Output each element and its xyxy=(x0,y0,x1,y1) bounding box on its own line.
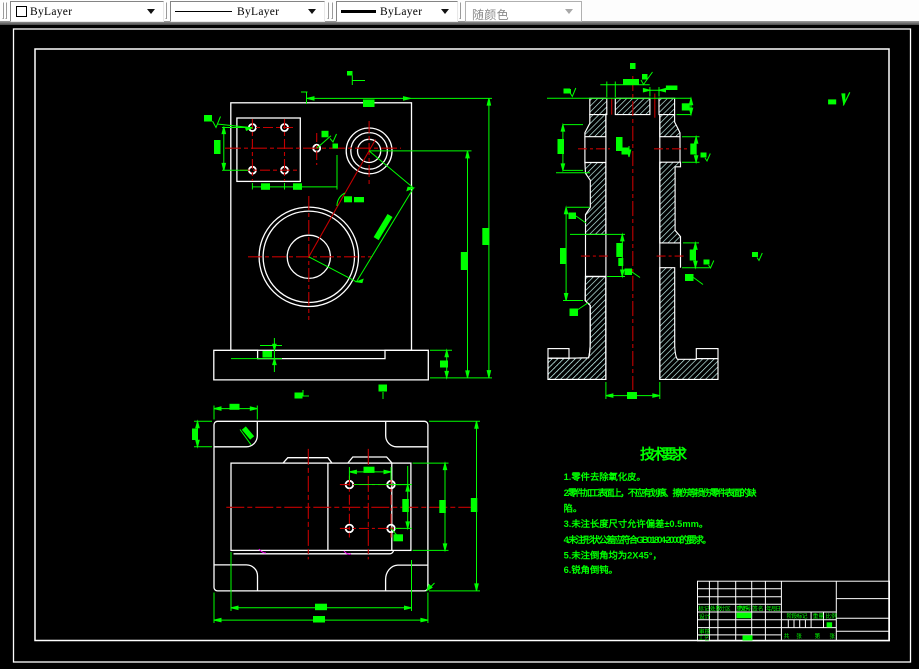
svg-text:5.未注倒角均为2X45°，: 5.未注倒角均为2X45°， xyxy=(564,550,662,561)
svg-text:标记: 标记 xyxy=(698,604,710,612)
svg-text:6.锐角倒钝。: 6.锐角倒钝。 xyxy=(564,564,618,575)
svg-text:更改文件号: 更改文件号 xyxy=(736,604,751,612)
svg-text:共: 共 xyxy=(784,632,790,640)
svg-text:审核: 审核 xyxy=(699,628,711,636)
svg-text:1.零件去除氧化皮。: 1.零件去除氧化皮。 xyxy=(564,471,646,482)
svg-text:张: 张 xyxy=(829,632,835,640)
svg-text:年、月、日: 年、月、日 xyxy=(766,604,781,612)
svg-text:设计: 设计 xyxy=(699,612,711,620)
svg-text:比例: 比例 xyxy=(826,612,838,620)
svg-text:4.未注形状公差应符合GB01804-2000的要求。: 4.未注形状公差应符合GB01804-2000的要求。 xyxy=(564,534,712,545)
svg-text:重量: 重量 xyxy=(813,612,825,620)
svg-text:3.未注长度尺寸允许偏差±0.5mm。: 3.未注长度尺寸允许偏差±0.5mm。 xyxy=(564,518,709,529)
svg-text:陷。: 陷。 xyxy=(564,503,583,514)
svg-text:张: 张 xyxy=(796,632,802,640)
svg-text:分区: 分区 xyxy=(720,604,732,612)
svg-text:阶段标记: 阶段标记 xyxy=(787,612,808,620)
svg-text:签名: 签名 xyxy=(752,604,763,612)
svg-text:技术要求: 技术要求 xyxy=(640,446,688,464)
svg-text:第: 第 xyxy=(815,632,821,640)
svg-text:2.零件加工表面上，不应有划痕、擦伤等损伤零件表面的缺: 2.零件加工表面上，不应有划痕、擦伤等损伤零件表面的缺 xyxy=(564,487,758,498)
svg-text:工艺: 工艺 xyxy=(698,635,710,642)
